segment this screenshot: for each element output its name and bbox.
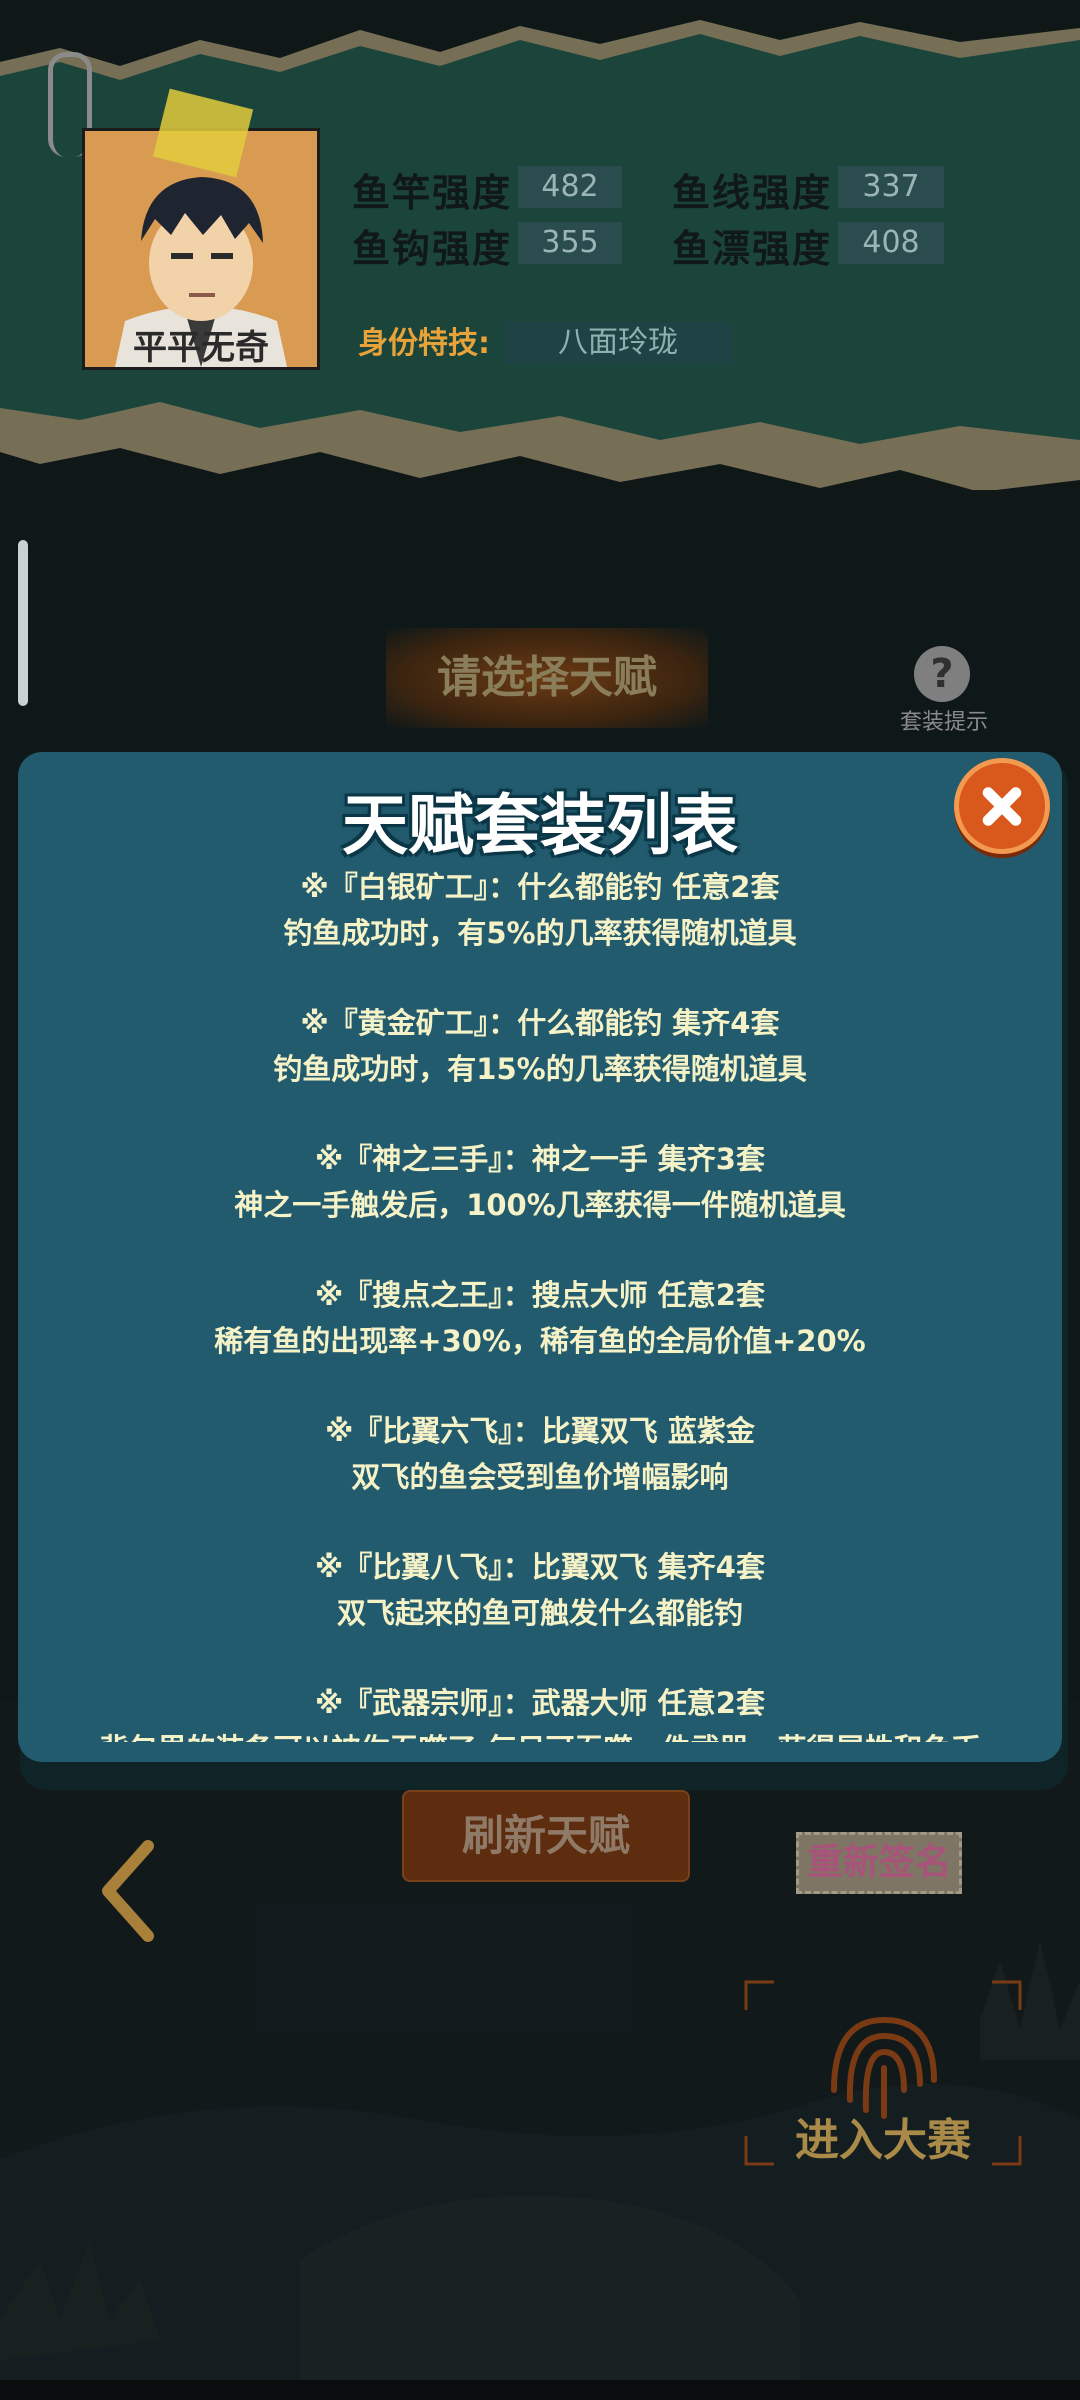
close-icon[interactable] (954, 758, 1050, 854)
stat-label-line: 鱼线强度 (672, 171, 833, 215)
stat-label-hook: 鱼钩强度 (352, 227, 513, 271)
stat-value-line: 337 (838, 166, 944, 208)
set-effect: 双飞起来的鱼可触发什么都能钓 (336, 1596, 743, 1630)
stat-label-rod: 鱼竿强度 (352, 171, 513, 215)
talent-set-modal: 天赋套装列表 ※『白银矿工』：什么都能钓 任意2套 钓鱼成功时，有5%的几率获得… (18, 752, 1062, 1762)
set-name: ※『搜点之王』：搜点大师 任意2套 (315, 1278, 765, 1312)
set-effect: 钓鱼成功时，有15%的几率获得随机道具 (273, 1052, 807, 1086)
talent-set-list[interactable]: ※『白银矿工』：什么都能钓 任意2套 钓鱼成功时，有5%的几率获得随机道具 ※『… (18, 864, 1062, 1742)
list-item: ※『神之三手』：神之一手 集齐3套 神之一手触发后，100%几率获得一件随机道具 (18, 1136, 1062, 1228)
list-item: ※『搜点之王』：搜点大师 任意2套 稀有鱼的出现率+30%，稀有鱼的全局价值+2… (18, 1272, 1062, 1364)
list-item: ※『比翼八飞』：比翼双飞 集齐4套 双飞起来的鱼可触发什么都能钓 (18, 1544, 1062, 1636)
list-item: ※『黄金矿工』：什么都能钓 集齐4套 钓鱼成功时，有15%的几率获得随机道具 (18, 1000, 1062, 1092)
set-name: ※『神之三手』：神之一手 集齐3套 (315, 1142, 765, 1176)
set-effect: 钓鱼成功时，有5%的几率获得随机道具 (283, 916, 797, 950)
set-effect: 稀有鱼的出现率+30%，稀有鱼的全局价值+20% (214, 1324, 866, 1358)
set-name: ※『白银矿工』：什么都能钓 任意2套 (300, 870, 780, 904)
set-name: ※『比翼八飞』：比翼双飞 集齐4套 (315, 1550, 765, 1584)
player-name: 平平无奇 (133, 328, 269, 368)
set-name: ※『黄金矿工』：什么都能钓 集齐4套 (300, 1006, 780, 1040)
stat-value-float: 408 (838, 222, 944, 264)
modal-title: 天赋套装列表 (342, 787, 738, 864)
stat-value-hook: 355 (518, 222, 622, 264)
stat-value-rod: 482 (518, 166, 622, 208)
identity-skill-value: 八面玲珑 (504, 322, 732, 364)
set-effect: 背包里的装备可以被你吞噬了,每日可吞噬一件武器，获得属性和鱼币 (18, 1726, 1062, 1742)
stat-label-float: 鱼漂强度 (672, 227, 833, 271)
identity-skill-label: 身份特技: (358, 326, 490, 361)
set-name: ※『比翼六飞』：比翼双飞 蓝紫金 (325, 1414, 755, 1448)
list-item: ※『白银矿工』：什么都能钓 任意2套 钓鱼成功时，有5%的几率获得随机道具 (18, 864, 1062, 956)
list-item: ※『比翼六飞』：比翼双飞 蓝紫金 双飞的鱼会受到鱼价增幅影响 (18, 1408, 1062, 1500)
set-effect: 双飞的鱼会受到鱼价增幅影响 (351, 1460, 729, 1494)
set-effect: 神之一手触发后，100%几率获得一件随机道具 (234, 1188, 846, 1222)
list-item: ※『武器宗师』：武器大师 任意2套 背包里的装备可以被你吞噬了,每日可吞噬一件武… (18, 1680, 1062, 1742)
set-name: ※『武器宗师』：武器大师 任意2套 (315, 1686, 765, 1720)
